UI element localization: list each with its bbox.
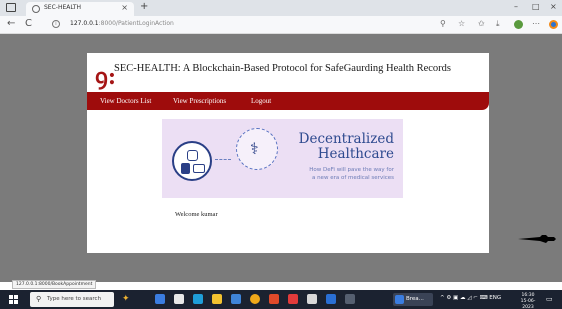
taskbar: ⚲ Type here to search ✦ Brea... ^ ⚙ ▣ ☁ …: [0, 290, 562, 309]
hero-banner: ⚕ Decentralized Healthcare How DeFi will…: [162, 119, 403, 198]
address-bar: ← C i 127.0.0.1:8000/PatientLoginAction …: [0, 16, 562, 34]
app-red-icon[interactable]: [269, 294, 279, 304]
clock[interactable]: 16:30 15-06-2023: [515, 293, 541, 309]
weather-widget-icon[interactable]: ✦: [122, 294, 130, 304]
back-icon[interactable]: ←: [7, 18, 15, 29]
site-logo: ꝯ:: [95, 64, 117, 90]
nav-logout[interactable]: Logout: [251, 97, 271, 105]
banner-subtitle-line2: a new era of medical services: [311, 175, 394, 181]
browser-tabbar: SEC-HEALTH × + – □ ×: [0, 0, 562, 16]
search-placeholder: Type here to search: [47, 296, 102, 302]
welcome-message: Welcome kumar: [175, 211, 218, 218]
app-blue-icon[interactable]: [193, 294, 203, 304]
windows-start-icon[interactable]: [9, 295, 18, 304]
edge-icon[interactable]: [155, 294, 165, 304]
search-icon: ⚲: [36, 295, 42, 303]
copilot-icon[interactable]: [549, 20, 558, 29]
pointing-hand-cursor-icon: [518, 235, 556, 243]
browser-app-icon: [395, 295, 404, 304]
content-card: ꝯ: SEC-HEALTH: A Blockchain-Based Protoc…: [87, 53, 489, 253]
more-menu-icon[interactable]: ⋯: [532, 19, 540, 28]
browser-tab[interactable]: SEC-HEALTH ×: [26, 2, 134, 16]
banner-heading-line1: Decentralized: [298, 131, 394, 147]
minimize-icon[interactable]: –: [514, 2, 518, 11]
medical-records-icon: [172, 141, 212, 181]
download-icon[interactable]: ⤓: [496, 19, 500, 29]
refresh-icon[interactable]: C: [25, 18, 32, 29]
word-icon[interactable]: [326, 294, 336, 304]
nav-view-prescriptions[interactable]: View Prescriptions: [173, 97, 226, 105]
caduceus-icon: ⚕: [236, 128, 278, 170]
nav-view-doctors-list[interactable]: View Doctors List: [100, 97, 151, 105]
task-view-icon[interactable]: [174, 294, 184, 304]
banner-subtitle-line1: How DeFi will pave the way for: [309, 167, 394, 173]
page-viewport: ꝯ: SEC-HEALTH: A Blockchain-Based Protoc…: [0, 34, 562, 289]
store-icon[interactable]: [231, 294, 241, 304]
notification-icon[interactable]: ▭: [546, 295, 553, 303]
site-title: SEC-HEALTH: A Blockchain-Based Protocol …: [114, 63, 452, 74]
system-tray[interactable]: ^ ⚙ ▣ ☁ ◿ ⌐ ⌨ ENG: [440, 295, 501, 301]
clock-date: 15-06-2023: [520, 299, 536, 309]
taskbar-search[interactable]: ⚲ Type here to search: [30, 292, 114, 307]
close-tab-icon[interactable]: ×: [121, 3, 128, 12]
active-app-button[interactable]: Brea...: [393, 293, 433, 306]
notepad-icon[interactable]: [307, 294, 317, 304]
connector-line: [215, 159, 231, 160]
file-explorer-icon[interactable]: [212, 294, 222, 304]
link-status-bar: 127.0.0.1:8000/BookAppointment: [12, 280, 97, 289]
tab-title: SEC-HEALTH: [44, 4, 82, 11]
url-text: 127.0.0.1:8000/PatientLoginAction: [70, 20, 174, 27]
new-tab-button[interactable]: +: [140, 1, 148, 12]
info-icon[interactable]: i: [52, 20, 60, 28]
main-nav: View Doctors List View Prescriptions Log…: [87, 92, 489, 110]
maximize-icon[interactable]: □: [532, 2, 540, 11]
key-icon[interactable]: ⚲: [440, 19, 446, 28]
banner-heading-line2: Healthcare: [317, 146, 394, 162]
active-app-label: Brea...: [406, 296, 424, 302]
pdf-icon[interactable]: [288, 294, 298, 304]
favorites-icon[interactable]: ✩: [478, 19, 485, 28]
url-field[interactable]: i 127.0.0.1:8000/PatientLoginAction: [52, 19, 472, 31]
favorite-star-icon[interactable]: ☆: [458, 19, 465, 28]
tab-actions-icon[interactable]: [6, 3, 16, 12]
chrome-icon[interactable]: [250, 294, 260, 304]
terminal-icon[interactable]: [345, 294, 355, 304]
globe-icon: [32, 5, 40, 13]
close-window-icon[interactable]: ×: [550, 2, 557, 11]
extension-icon[interactable]: [514, 20, 523, 29]
